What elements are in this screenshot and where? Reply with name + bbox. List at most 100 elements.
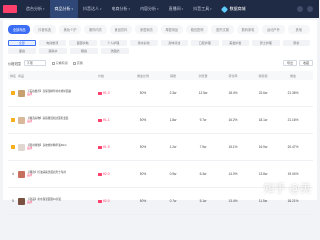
product-cell[interactable]: 【美妆推荐】高保湿精华补水修护面霜 品牌 xyxy=(18,89,98,97)
message-icon[interactable] xyxy=(297,6,303,12)
nav-item-0[interactable]: 造台分析 ▾ xyxy=(21,0,50,18)
subcategory-chip[interactable]: 男士护理 xyxy=(252,40,280,46)
price-value: ¥2.0 xyxy=(103,172,110,176)
rank-number: 4 xyxy=(12,172,14,176)
nav-label: 内容分析 xyxy=(140,6,157,11)
column-header[interactable]: 转化率 xyxy=(218,74,248,78)
price-range-select[interactable]: 不限 xyxy=(23,60,46,66)
price-cell: ¥1.1 xyxy=(98,118,128,122)
nav-item-3[interactable]: 电商分析 ▾ xyxy=(107,0,136,18)
product-thumbnail[interactable] xyxy=(18,197,25,205)
nav-label: 商品分析 xyxy=(54,6,71,11)
subcategory-chip[interactable]: 电动剃须 xyxy=(38,40,67,46)
price-cell: ¥1.0 xyxy=(98,91,128,95)
product-tag: 品牌 xyxy=(27,119,33,123)
views-cell: 9.7w xyxy=(199,118,207,122)
category-tab[interactable]: 图书文娱 xyxy=(211,25,234,34)
product-cell[interactable]: 【精选好物】氨基酸温和洁面乳套装 品牌 xyxy=(18,116,98,124)
chevron-down-icon: ▾ xyxy=(43,7,45,11)
category-tab[interactable]: 箱包配饰 xyxy=(185,25,209,34)
subcategory-chip[interactable]: 爽肤水 xyxy=(39,48,67,54)
product-title[interactable]: 【爆款】控油清爽洗面奶男士专用 品牌 xyxy=(27,171,66,178)
rank-cell xyxy=(8,117,18,123)
price-value: ¥1.0 xyxy=(103,91,110,95)
product-title[interactable]: 【精选好物】氨基酸温和洁面乳套装 品牌 xyxy=(27,117,69,124)
favorite-button[interactable]: 收藏 xyxy=(299,60,313,66)
nav-label: 抖音达人 xyxy=(83,6,100,11)
nav-item-4[interactable]: 内容分析 ▾ xyxy=(135,0,164,18)
subcategory-chip[interactable]: 口腔护理 xyxy=(191,40,219,46)
nav-item-1[interactable]: 商品分析 ▾ xyxy=(49,0,79,18)
subcategory-chip[interactable]: 身体清洁 xyxy=(160,40,189,46)
subcategory-chip[interactable]: 洗面奶 xyxy=(101,48,129,54)
subcategory-chip[interactable]: 眼霜 xyxy=(70,48,98,54)
subcategory-chip[interactable]: 美发护发 xyxy=(221,40,250,46)
diamond-icon xyxy=(220,5,228,13)
nav-item-6[interactable]: 抖音工具 ▾ xyxy=(188,0,217,18)
product-thumbnail[interactable] xyxy=(18,143,25,151)
category-tab[interactable]: 母婴用品 xyxy=(160,25,183,34)
coupon-icon xyxy=(98,172,102,176)
product-cell[interactable]: 【爆款】控油清爽洗面奶男士专用 品牌 xyxy=(18,170,98,178)
column-header[interactable]: 佣金 xyxy=(278,74,308,78)
rank-cell xyxy=(8,144,18,150)
category-tab[interactable]: 服饰内衣 xyxy=(84,25,107,34)
column-header[interactable]: 浏览量 xyxy=(188,74,218,78)
column-header[interactable]: 商品 xyxy=(18,74,98,78)
table-row[interactable]: 【限时特惠】多效修护精华液30ml 品牌 ¥1.5 50% 1.2w 7.9w 1… xyxy=(8,134,313,161)
rank-crown-icon xyxy=(11,117,15,122)
sales-cell: 0.9w xyxy=(169,172,177,176)
product-tag: 品牌 xyxy=(27,173,33,177)
category-tab[interactable]: 美妆个护 xyxy=(58,25,82,34)
product-title[interactable]: 【新品】补水保湿面膜10片装 品牌 xyxy=(27,198,61,205)
product-thumbnail[interactable] xyxy=(18,170,25,178)
subcategory-chip[interactable]: 面霜 xyxy=(8,48,36,54)
nav-item-2[interactable]: 抖音达人 ▾ xyxy=(78,0,107,18)
column-header[interactable]: 排名 xyxy=(8,74,18,78)
product-cell[interactable]: 【新品】补水保湿面膜10片装 品牌 xyxy=(18,197,98,205)
category-tab[interactable]: 运动户外 xyxy=(262,25,285,34)
subcategory-chip[interactable]: 个人护理 xyxy=(99,40,128,46)
avatar[interactable] xyxy=(307,6,313,12)
subcategory-chip[interactable]: 面部护肤 xyxy=(69,40,97,46)
column-header[interactable]: 价格 xyxy=(98,74,128,78)
revenue-cell: 13.8w xyxy=(258,172,268,176)
watermark: 知乎 @美 xyxy=(263,182,312,195)
high-commission-checkbox[interactable]: 高佣 xyxy=(72,61,83,65)
category-tab[interactable]: 数码家电 xyxy=(236,25,260,34)
coupon-icon xyxy=(98,118,102,122)
in-stock-checkbox[interactable]: 只看有货 xyxy=(51,61,68,65)
table-row[interactable]: 【精选好物】氨基酸温和洁面乳套装 品牌 ¥1.1 50% 1.8w 9.7w 16… xyxy=(8,107,313,134)
column-header[interactable]: 佣金比例 xyxy=(128,74,158,78)
column-header[interactable]: 销量 xyxy=(158,74,188,78)
app-logo[interactable] xyxy=(3,5,17,13)
nav-item-5[interactable]: 直播间 ▾ xyxy=(164,0,189,18)
conversion-cell: 15.1% xyxy=(228,145,238,149)
category-tab[interactable]: 食品饮料 xyxy=(109,25,133,34)
product-thumbnail[interactable] xyxy=(18,116,25,124)
rank-cell xyxy=(8,90,18,96)
price-cell: ¥2.0 xyxy=(98,172,128,176)
product-cell[interactable]: 【限时特惠】多效修护精华液30ml 品牌 xyxy=(18,143,98,151)
subcategory-row-2: 面霜 爽肤水 眼霜 洗面奶 xyxy=(8,48,313,54)
product-title[interactable]: 【限时特惠】多效修护精华液30ml 品牌 xyxy=(27,144,66,151)
commission-rate-cell: 50% xyxy=(139,91,147,95)
category-tab[interactable]: 抖音精选 xyxy=(33,25,56,34)
table-row[interactable]: 【美妆推荐】高保湿精华补水修护面霜 品牌 ¥1.0 50% 2.3w 12.5w … xyxy=(8,80,313,107)
subcategory-chip[interactable]: 卸妆 xyxy=(282,40,311,46)
subcategory-chip[interactable]: 全部 xyxy=(8,40,36,46)
chevron-down-icon: ▾ xyxy=(157,7,159,11)
top-navigation: 造台分析 ▾ 商品分析 ▾ 抖音达人 ▾ 电商分析 ▾ 内容分析 ▾ 直播间 ▾ 抖音工具 ▾… xyxy=(0,0,319,18)
category-tab[interactable]: 其他 xyxy=(287,25,311,34)
export-button[interactable]: 导出 xyxy=(283,60,297,66)
price-range-label: 价格范围 xyxy=(8,61,21,66)
rank-crown-icon xyxy=(11,144,15,149)
product-title[interactable]: 【美妆推荐】高保湿精华补水修护面霜 品牌 xyxy=(27,90,71,97)
subcategory-chip[interactable]: 香水彩妆 xyxy=(130,40,158,46)
category-tab[interactable]: 家居家纺 xyxy=(135,25,158,34)
views-cell: 7.9w xyxy=(199,145,207,149)
category-tab[interactable]: 全部商品 xyxy=(8,25,31,34)
product-thumbnail[interactable] xyxy=(18,89,25,97)
brand-link[interactable]: 数据商城 xyxy=(220,5,246,13)
column-header[interactable]: 销售额 xyxy=(248,74,278,78)
